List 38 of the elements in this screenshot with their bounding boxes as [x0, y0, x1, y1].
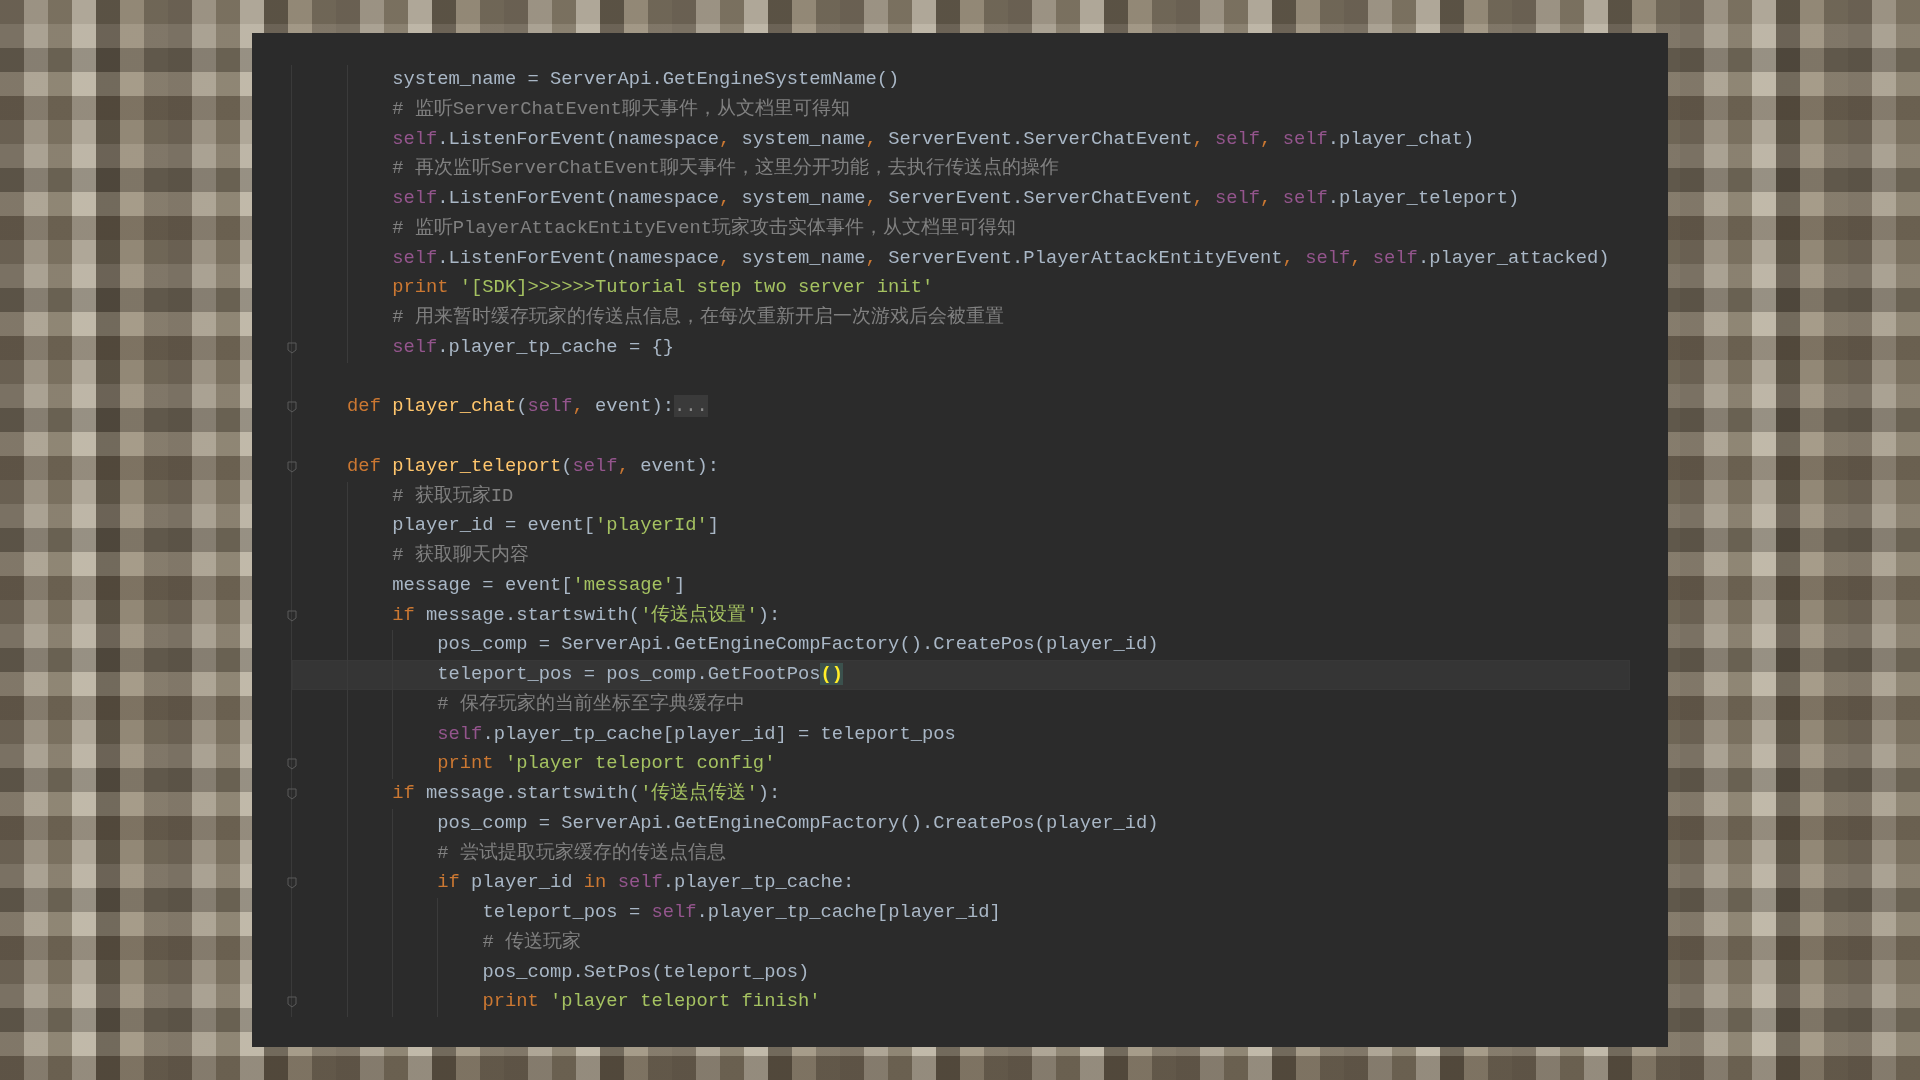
- code-line: self.ListenForEvent(namespace, system_name, ServerEvent.PlayerAttackEntityEvent, self, self.player_attacked): [392, 245, 1610, 271]
- code-line: self.ListenForEvent(namespace, system_name, ServerEvent.ServerChatEvent, self, self.player_teleport): [392, 186, 1520, 211]
- code-line: self.ListenForEvent(namespace, system_name, ServerEvent.ServerChatEvent, self, self.player_chat): [392, 126, 1475, 152]
- code-line: print '[SDK]>>>>>>Tutorial step two server init': [392, 275, 934, 301]
- code-line: # 保存玩家的当前坐标至字典缓存中: [437, 691, 745, 717]
- code-line: # 再次监听ServerChatEvent聊天事件，这里分开功能，去执行传送点的操作: [392, 156, 1059, 182]
- code-line: pos_comp = ServerApi.GetEngineCompFactory().CreatePos(player_id): [437, 810, 1159, 836]
- code-line: print 'player teleport config': [437, 751, 776, 777]
- code-line: # 获取玩家ID: [392, 483, 514, 509]
- code-line: player_id = event['playerId']: [392, 513, 720, 539]
- code-line: pos_comp = ServerApi.GetEngineCompFactory().CreatePos(player_id): [437, 632, 1159, 658]
- code-line: if player_id in self.player_tp_cache:: [437, 870, 855, 896]
- code-line: # 监听PlayerAttackEntityEvent玩家攻击实体事件，从文档里可得知: [392, 215, 1016, 241]
- code-line: teleport_pos = self.player_tp_cache[player_id]: [482, 900, 1001, 925]
- fold-marker-icon[interactable]: [287, 758, 297, 771]
- code-line: self.player_tp_cache = {}: [392, 334, 674, 360]
- code-line: # 获取聊天内容: [392, 543, 529, 568]
- code-line: if message.startswith('传送点传送'):: [392, 781, 781, 806]
- code-line: print 'player teleport finish': [482, 989, 821, 1015]
- code-line: # 尝试提取玩家缓存的传送点信息: [437, 840, 726, 866]
- fold-marker-icon[interactable]: [287, 996, 297, 1009]
- fold-marker-icon[interactable]: [287, 460, 297, 473]
- fold-marker-icon[interactable]: [287, 401, 297, 414]
- code-line: if message.startswith('传送点设置'):: [392, 602, 781, 628]
- fold-marker-icon[interactable]: [287, 341, 297, 354]
- code-line: pos_comp.SetPos(teleport_pos): [482, 959, 810, 985]
- fold-marker-icon[interactable]: [287, 877, 297, 890]
- code-line: def player_teleport(self, event):: [347, 453, 720, 479]
- code-line: teleport_pos = pos_comp.GetFootPos(): [437, 662, 844, 687]
- fold-marker-icon[interactable]: [287, 609, 297, 622]
- fold-marker-icon[interactable]: [287, 788, 297, 800]
- code-line: system_name = ServerApi.GetEngineSystemName(): [392, 67, 900, 92]
- code-line: # 用来暂时缓存玩家的传送点信息，在每次重新开启一次游戏后会被重置: [392, 305, 1004, 330]
- code-line: # 监听ServerChatEvent聊天事件，从文档里可得知: [392, 96, 850, 122]
- code-line: message = event['message']: [392, 572, 686, 598]
- code-line: def player_chat(self, event):...: [347, 394, 708, 420]
- code-line: # 传送玩家: [482, 929, 581, 955]
- code-line: self.player_tp_cache[player_id] = teleport_pos: [437, 721, 956, 747]
